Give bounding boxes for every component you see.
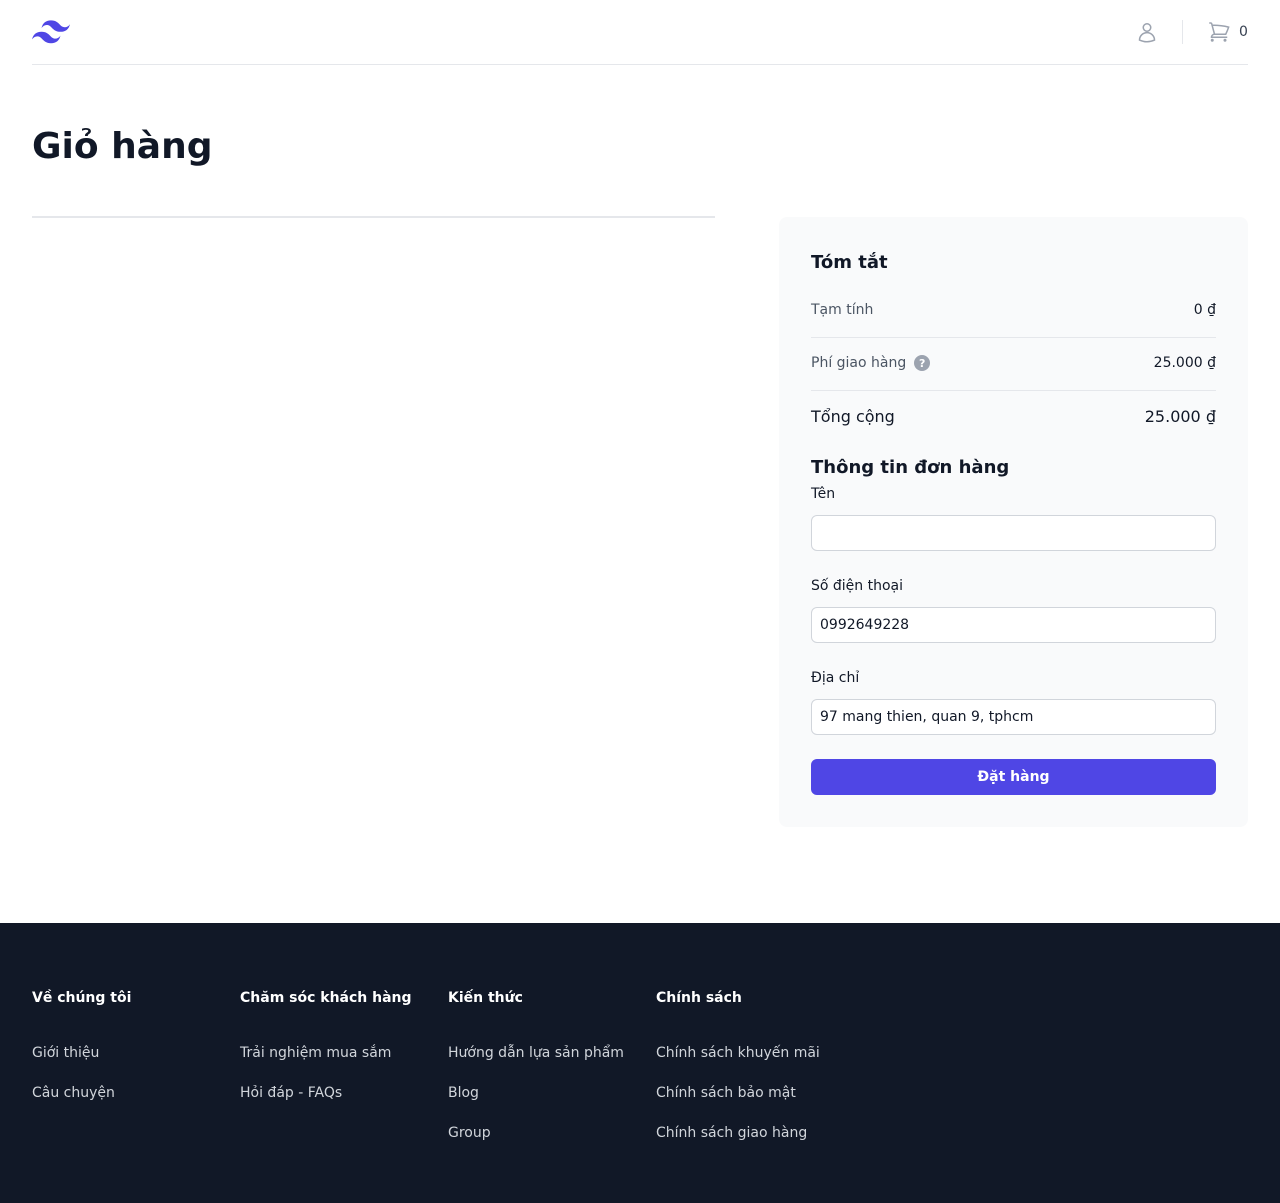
footer-link[interactable]: Chính sách giao hàng <box>656 1123 864 1163</box>
footer-link[interactable]: Group <box>448 1123 656 1163</box>
place-order-button[interactable]: Đặt hàng <box>811 759 1216 795</box>
footer-link[interactable]: Blog <box>448 1083 656 1123</box>
footer-column-policy: Chính sách Chính sách khuyến mãi Chính s… <box>656 990 864 1163</box>
subtotal-label: Tạm tính <box>811 302 874 318</box>
phone-field[interactable] <box>811 607 1216 643</box>
footer-link[interactable]: Hỏi đáp - FAQs <box>240 1083 448 1123</box>
cart-count: 0 <box>1239 24 1248 40</box>
summary-divider <box>811 337 1216 338</box>
footer-column-title: Chính sách <box>656 990 742 1006</box>
footer-column-title: Về chúng tôi <box>32 990 132 1006</box>
footer-link[interactable]: Hướng dẫn lựa sản phẩm <box>448 1043 656 1083</box>
order-summary-panel: Tóm tắt Tạm tính 0 ₫ Phí giao hàng ? 25.… <box>779 217 1248 827</box>
cart-items-divider <box>32 216 715 218</box>
question-mark-icon[interactable]: ? <box>914 355 931 371</box>
shipping-value: 25.000 ₫ <box>1153 355 1216 371</box>
address-label: Địa chỉ <box>811 670 860 686</box>
subtotal-row: Tạm tính 0 ₫ <box>811 302 1216 318</box>
header-divider <box>1182 20 1183 44</box>
summary-divider <box>811 390 1216 391</box>
cart-button[interactable]: 0 <box>1207 20 1248 44</box>
tailwind-logo-icon[interactable] <box>32 20 70 44</box>
user-icon[interactable] <box>1135 20 1159 44</box>
footer-column-title: Chăm sóc khách hàng <box>240 990 412 1006</box>
total-row: Tổng cộng 25.000 ₫ <box>811 407 1216 426</box>
shipping-row: Phí giao hàng ? 25.000 ₫ <box>811 355 1216 371</box>
cart-icon <box>1209 22 1230 42</box>
footer-column-knowledge: Kiến thức Hướng dẫn lựa sản phẩm Blog Gr… <box>448 990 656 1163</box>
order-info-title: Thông tin đơn hàng <box>811 457 1010 478</box>
page-title: Giỏ hàng <box>32 126 213 167</box>
footer-link[interactable]: Câu chuyện <box>32 1083 240 1123</box>
site-header: 0 <box>32 0 1248 65</box>
footer-column-about: Về chúng tôi Giới thiệu Câu chuyện <box>32 990 240 1123</box>
footer-link[interactable]: Chính sách bảo mật <box>656 1083 864 1123</box>
site-footer: Về chúng tôi Giới thiệu Câu chuyện Chăm … <box>0 923 1280 1203</box>
footer-link[interactable]: Trải nghiệm mua sắm <box>240 1043 448 1083</box>
shipping-label: Phí giao hàng <box>811 355 907 371</box>
footer-column-title: Kiến thức <box>448 990 523 1006</box>
footer-column-customer-care: Chăm sóc khách hàng Trải nghiệm mua sắm … <box>240 990 448 1123</box>
address-field[interactable] <box>811 699 1216 735</box>
name-label: Tên <box>811 486 836 502</box>
footer-link[interactable]: Giới thiệu <box>32 1043 240 1083</box>
phone-label: Số điện thoại <box>811 578 904 594</box>
total-value: 25.000 ₫ <box>1144 407 1216 426</box>
total-label: Tổng cộng <box>811 407 895 426</box>
footer-link[interactable]: Chính sách khuyến mãi <box>656 1043 864 1083</box>
summary-title: Tóm tắt <box>811 252 888 273</box>
subtotal-value: 0 ₫ <box>1193 302 1216 318</box>
name-field[interactable] <box>811 515 1216 551</box>
